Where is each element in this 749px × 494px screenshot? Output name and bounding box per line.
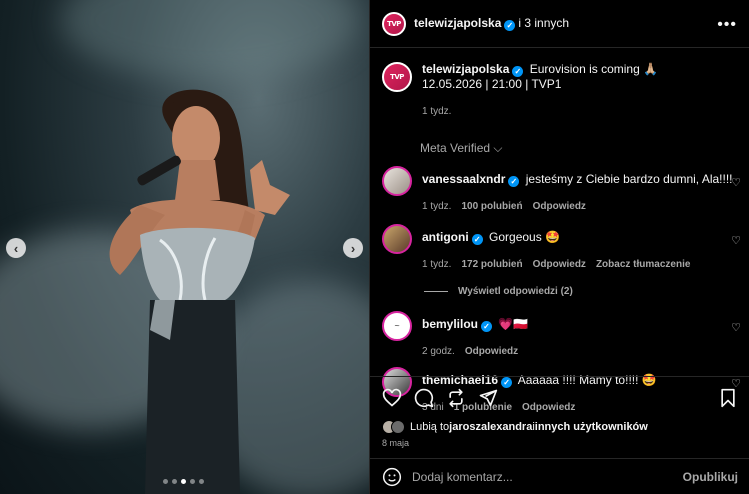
performer-image bbox=[109, 89, 290, 494]
reply-button[interactable]: Odpowiedz bbox=[465, 344, 518, 359]
pagination-dot bbox=[163, 479, 168, 484]
more-options-icon[interactable]: ••• bbox=[717, 16, 737, 34]
add-comment-bar: Opublikuj bbox=[370, 458, 749, 494]
caption-author-avatar[interactable]: TVP bbox=[382, 62, 412, 92]
comment-item: ~ bemylilou ✓ 💗🇵🇱 2 godz. Odpowiedz ♡ bbox=[370, 311, 749, 359]
comment-item: antigoni ✓ Gorgeous 🤩 1 tydz. 172 polubie… bbox=[370, 224, 749, 272]
reply-button[interactable]: Odpowiedz bbox=[533, 199, 586, 214]
pagination-dot-active bbox=[181, 479, 186, 484]
verified-badge-icon: ✓ bbox=[512, 66, 524, 77]
view-replies-button[interactable]: Wyświetl odpowiedzi (2) bbox=[370, 286, 749, 297]
caption-username[interactable]: telewizjapolska bbox=[422, 62, 509, 76]
previous-media-button[interactable]: ‹ bbox=[6, 238, 26, 258]
caption-time: 1 tydz. bbox=[422, 106, 452, 117]
meta-verified-link[interactable]: Meta Verified ⌵ bbox=[370, 119, 749, 156]
verified-badge-icon: ✓ bbox=[504, 20, 516, 31]
post-side-panel: TVP telewizjapolska ✓ i 3 innych ••• TVP t… bbox=[369, 0, 749, 494]
comment-time[interactable]: 2 godz. bbox=[422, 344, 455, 359]
post-modal: ‹ › TVP telewizjapolska ✓ i 3 innych ••• T… bbox=[0, 0, 749, 494]
comment-time[interactable]: 1 tydz. bbox=[422, 199, 451, 214]
commenter-avatar[interactable] bbox=[382, 166, 412, 196]
comment-username[interactable]: antigoni bbox=[422, 230, 469, 244]
header-names: telewizjapolska ✓ i 3 innych bbox=[414, 16, 569, 31]
pagination-dot bbox=[172, 479, 177, 484]
comment-item: vanessaalxndr ✓ jesteśmy z Ciebie bardzo … bbox=[370, 166, 749, 214]
post-actions: Lubią to jaroszalexandra i innych użytko… bbox=[370, 376, 749, 458]
next-media-button[interactable]: › bbox=[343, 238, 363, 258]
reply-button[interactable]: Odpowiedz bbox=[533, 257, 586, 272]
media-pagination-dots bbox=[163, 479, 204, 484]
commenter-avatar[interactable] bbox=[382, 224, 412, 254]
view-replies-label: Wyświetl odpowiedzi (2) bbox=[458, 286, 573, 297]
caption-body: telewizjapolska ✓ Eurovision is coming 🙏🏼… bbox=[422, 62, 658, 119]
comment-text: 💗🇵🇱 bbox=[498, 317, 529, 331]
avatar-logo-script: ~ bbox=[394, 322, 400, 330]
tvp-logo: TVP bbox=[390, 73, 404, 81]
comment-likes[interactable]: 100 polubień bbox=[461, 199, 522, 214]
comment-bubble-icon[interactable] bbox=[414, 388, 434, 408]
post-caption: TVP telewizjapolska ✓ Eurovision is comin… bbox=[370, 48, 749, 119]
comment-likes[interactable]: 172 polubień bbox=[461, 257, 522, 272]
comment-meta: 1 tydz. 172 polubień Odpowiedz Zobacz tł… bbox=[422, 257, 690, 272]
liker-username[interactable]: jaroszalexandra bbox=[449, 421, 532, 433]
post-media[interactable]: ‹ › bbox=[0, 0, 369, 494]
see-translation-link[interactable]: Zobacz tłumaczenie bbox=[596, 257, 690, 272]
comment-meta: 2 godz. Odpowiedz bbox=[422, 344, 528, 359]
like-heart-icon[interactable] bbox=[382, 388, 402, 408]
likes-summary: Lubią to jaroszalexandra i innych użytko… bbox=[382, 420, 738, 434]
pagination-dot bbox=[190, 479, 195, 484]
bookmark-icon[interactable] bbox=[718, 388, 738, 408]
comment-body: vanessaalxndr ✓ jesteśmy z Ciebie bardzo … bbox=[422, 166, 733, 214]
post-date[interactable]: 8 maja bbox=[382, 438, 738, 448]
action-icons-row bbox=[382, 385, 738, 411]
comment-input[interactable] bbox=[412, 469, 683, 484]
header-username[interactable]: telewizjapolska bbox=[414, 16, 501, 30]
liker-avatar bbox=[391, 420, 405, 434]
verified-badge-icon: ✓ bbox=[471, 234, 483, 245]
publish-button[interactable]: Opublikuj bbox=[683, 470, 738, 484]
tvp-logo: TVP bbox=[387, 19, 401, 28]
comment-body: antigoni ✓ Gorgeous 🤩 1 tydz. 172 polubie… bbox=[422, 224, 690, 272]
verified-badge-icon: ✓ bbox=[508, 176, 520, 187]
other-likers-link[interactable]: innych użytkowników bbox=[535, 421, 648, 433]
comment-time[interactable]: 1 tydz. bbox=[422, 257, 451, 272]
comment-text: Gorgeous 🤩 bbox=[489, 230, 560, 244]
post-header: TVP telewizjapolska ✓ i 3 innych ••• bbox=[370, 0, 749, 48]
comment-username[interactable]: bemylilou bbox=[422, 317, 478, 331]
pagination-dot bbox=[199, 479, 204, 484]
emoji-icon[interactable] bbox=[382, 467, 402, 487]
verified-badge-icon: ✓ bbox=[481, 321, 493, 332]
comment-body: bemylilou ✓ 💗🇵🇱 2 godz. Odpowiedz bbox=[422, 311, 528, 359]
caption-schedule: 12.05.2026 | 21:00 | TVP1 bbox=[422, 77, 562, 91]
share-send-icon[interactable] bbox=[478, 388, 498, 408]
caption-text: Eurovision is coming 🙏🏼 bbox=[529, 62, 659, 76]
like-comment-heart-icon[interactable]: ♡ bbox=[731, 321, 741, 334]
like-comment-heart-icon[interactable]: ♡ bbox=[731, 176, 741, 189]
like-comment-heart-icon[interactable]: ♡ bbox=[731, 234, 741, 247]
comment-username[interactable]: vanessaalxndr bbox=[422, 172, 505, 186]
comment-text: jesteśmy z Ciebie bardzo dumni, Ala!!!! bbox=[525, 172, 733, 186]
commenter-avatar[interactable]: ~ bbox=[382, 311, 412, 341]
replies-divider bbox=[424, 291, 448, 292]
comment-meta: 1 tydz. 100 polubień Odpowiedz bbox=[422, 199, 733, 214]
likes-prefix: Lubią to bbox=[410, 421, 450, 433]
author-avatar[interactable]: TVP bbox=[382, 11, 406, 36]
repost-icon[interactable] bbox=[446, 388, 466, 408]
header-collaborators[interactable]: i 3 innych bbox=[518, 16, 569, 30]
